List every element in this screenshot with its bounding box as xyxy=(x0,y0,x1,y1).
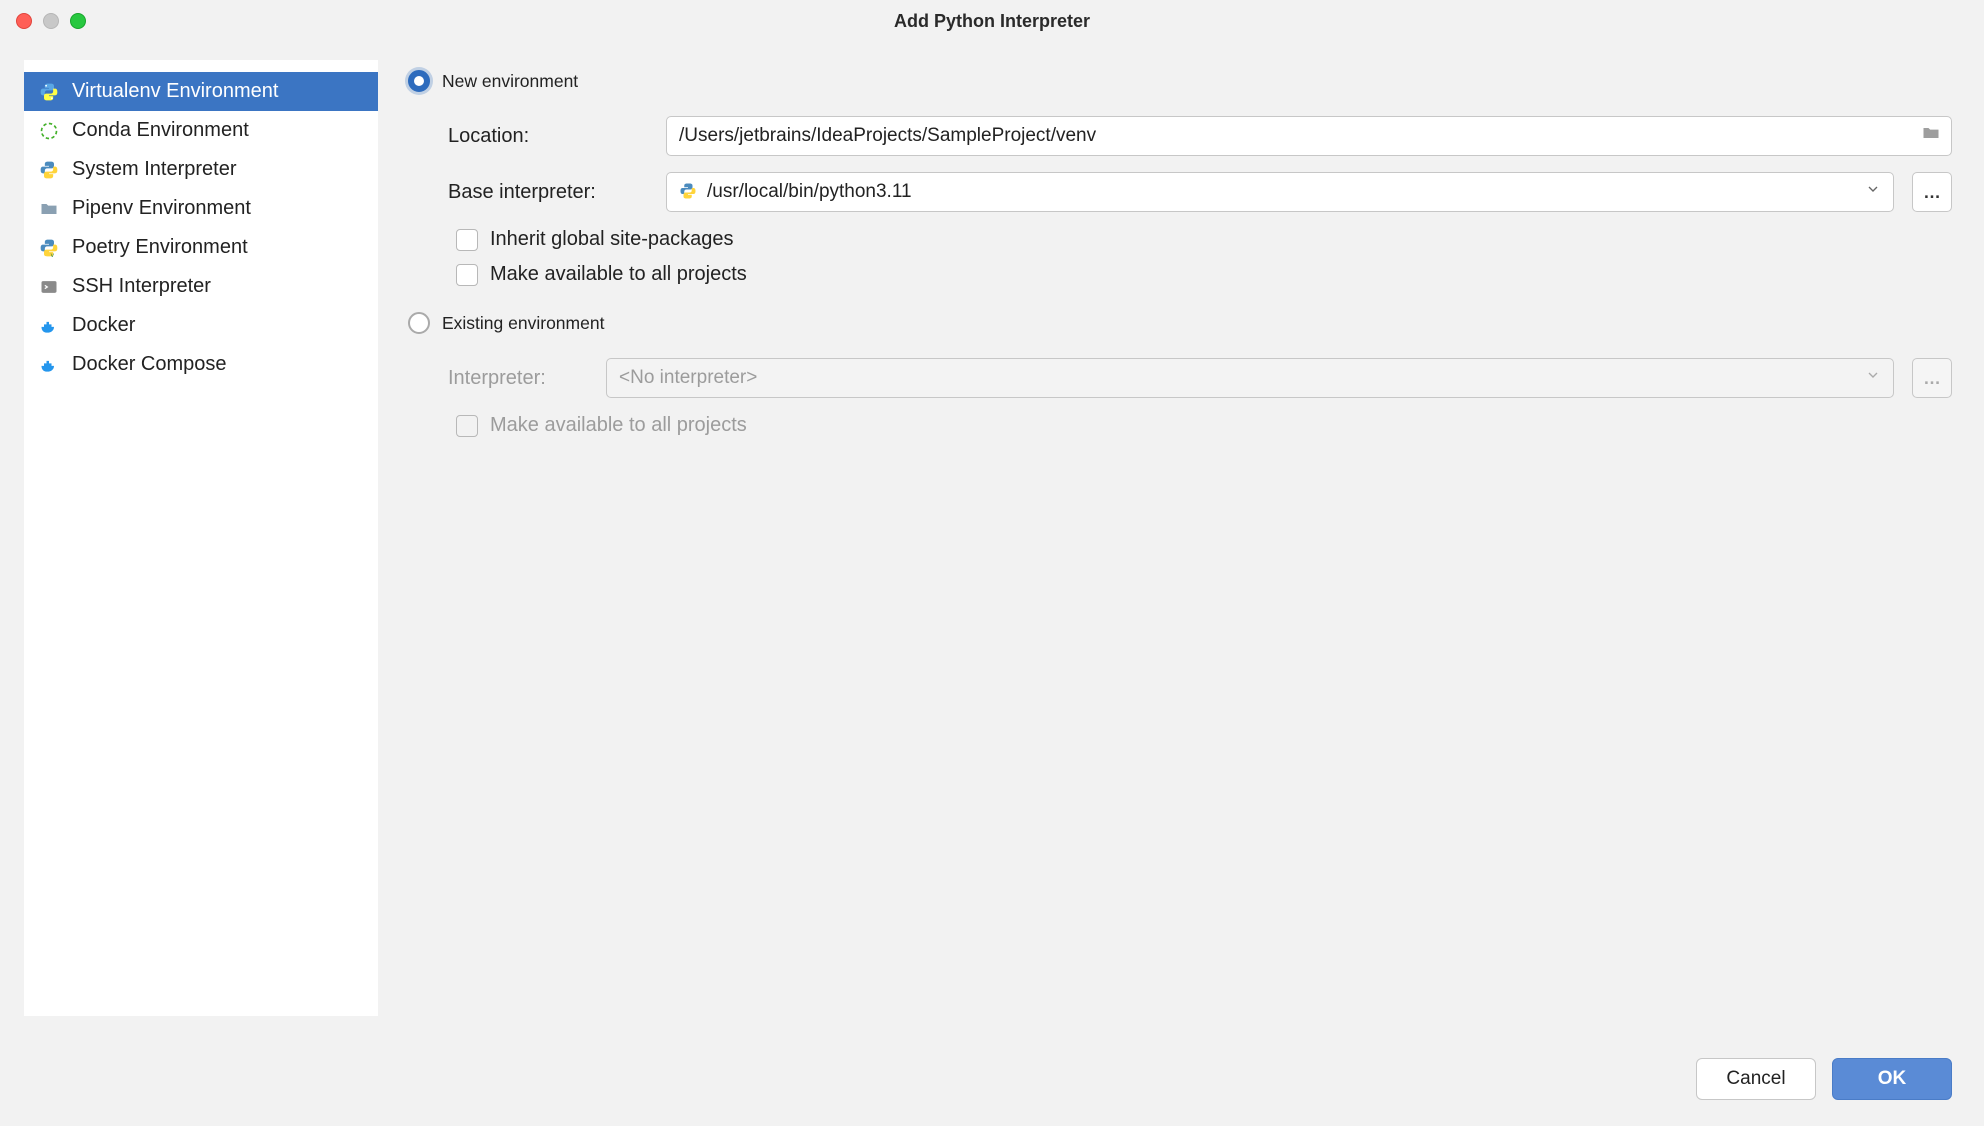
new-env-section: Location: /Users/jetbrains/IdeaProjects/… xyxy=(408,108,1952,298)
existing-interpreter-row: Interpreter: <No interpreter> … xyxy=(448,358,1952,398)
terminal-icon xyxy=(38,276,60,298)
existing-env-section: Interpreter: <No interpreter> … Make ava… xyxy=(408,350,1952,449)
base-interpreter-label: Base interpreter: xyxy=(448,181,648,204)
titlebar: Add Python Interpreter xyxy=(0,0,1984,42)
existing-available-checkbox-row: Make available to all projects xyxy=(456,414,1952,437)
base-interpreter-row: Base interpreter: /usr/local/bin/python3… xyxy=(448,172,1952,212)
location-label: Location: xyxy=(448,125,648,148)
sidebar-item-label: Virtualenv Environment xyxy=(72,80,278,103)
existing-environment-label: Existing environment xyxy=(442,313,604,334)
browse-folder-icon[interactable] xyxy=(1921,123,1941,149)
cancel-button[interactable]: Cancel xyxy=(1696,1058,1816,1100)
inherit-checkbox[interactable] xyxy=(456,229,478,251)
ok-button[interactable]: OK xyxy=(1832,1058,1952,1100)
inherit-label: Inherit global site-packages xyxy=(490,228,733,251)
sidebar-item-docker[interactable]: Docker xyxy=(24,306,378,345)
docker-icon xyxy=(38,315,60,337)
existing-interpreter-select: <No interpreter> xyxy=(606,358,1894,398)
main-panel: New environment Location: /Users/jetbrai… xyxy=(378,42,1984,1040)
sidebar-item-label: SSH Interpreter xyxy=(72,275,211,298)
location-input[interactable]: /Users/jetbrains/IdeaProjects/SampleProj… xyxy=(666,116,1952,156)
folder-icon xyxy=(38,198,60,220)
existing-interpreter-value: <No interpreter> xyxy=(619,367,757,389)
base-interpreter-value: /usr/local/bin/python3.11 xyxy=(707,181,912,203)
browse-base-interpreter-button[interactable]: … xyxy=(1912,172,1952,212)
python-icon: v xyxy=(38,237,60,259)
docker-icon xyxy=(38,354,60,376)
new-environment-radio[interactable] xyxy=(408,70,430,92)
sidebar-item-docker-compose[interactable]: Docker Compose xyxy=(24,345,378,384)
chevron-down-icon xyxy=(1865,181,1881,203)
existing-available-label: Make available to all projects xyxy=(490,414,747,437)
browse-existing-interpreter-button: … xyxy=(1912,358,1952,398)
sidebar-item-label: Pipenv Environment xyxy=(72,197,251,220)
available-all-checkbox-row[interactable]: Make available to all projects xyxy=(456,263,1952,286)
dialog-body: Virtualenv Environment Conda Environment… xyxy=(0,42,1984,1040)
existing-interpreter-label: Interpreter: xyxy=(448,367,588,390)
location-value: /Users/jetbrains/IdeaProjects/SampleProj… xyxy=(679,125,1096,147)
sidebar-item-ssh[interactable]: SSH Interpreter xyxy=(24,267,378,306)
new-environment-label: New environment xyxy=(442,71,578,92)
sidebar-item-label: Conda Environment xyxy=(72,119,249,142)
svg-text:v: v xyxy=(51,252,55,258)
python-icon xyxy=(38,159,60,181)
sidebar-item-label: System Interpreter xyxy=(72,158,237,181)
sidebar-item-label: Docker xyxy=(72,314,135,337)
sidebar-item-label: Docker Compose xyxy=(72,353,227,376)
python-icon xyxy=(679,182,699,202)
sidebar-item-poetry[interactable]: v Poetry Environment xyxy=(24,228,378,267)
sidebar-item-system[interactable]: System Interpreter xyxy=(24,150,378,189)
dialog-footer: Cancel OK xyxy=(0,1040,1984,1126)
add-interpreter-window: Add Python Interpreter Virtualenv Enviro… xyxy=(0,0,1984,1126)
inherit-checkbox-row[interactable]: Inherit global site-packages xyxy=(456,228,1952,251)
sidebar-item-conda[interactable]: Conda Environment xyxy=(24,111,378,150)
new-environment-radio-row[interactable]: New environment xyxy=(408,64,1952,108)
interpreter-type-sidebar: Virtualenv Environment Conda Environment… xyxy=(24,60,378,1016)
base-interpreter-select[interactable]: /usr/local/bin/python3.11 xyxy=(666,172,1894,212)
conda-icon xyxy=(38,120,60,142)
sidebar-item-label: Poetry Environment xyxy=(72,236,248,259)
existing-environment-radio-row[interactable]: Existing environment xyxy=(408,298,1952,350)
available-all-label: Make available to all projects xyxy=(490,263,747,286)
existing-environment-radio[interactable] xyxy=(408,312,430,334)
sidebar-item-pipenv[interactable]: Pipenv Environment xyxy=(24,189,378,228)
window-title: Add Python Interpreter xyxy=(0,11,1984,32)
available-all-checkbox[interactable] xyxy=(456,264,478,286)
chevron-down-icon xyxy=(1865,367,1881,389)
sidebar-item-virtualenv[interactable]: Virtualenv Environment xyxy=(24,72,378,111)
existing-available-checkbox xyxy=(456,415,478,437)
python-icon xyxy=(38,81,60,103)
location-row: Location: /Users/jetbrains/IdeaProjects/… xyxy=(448,116,1952,156)
